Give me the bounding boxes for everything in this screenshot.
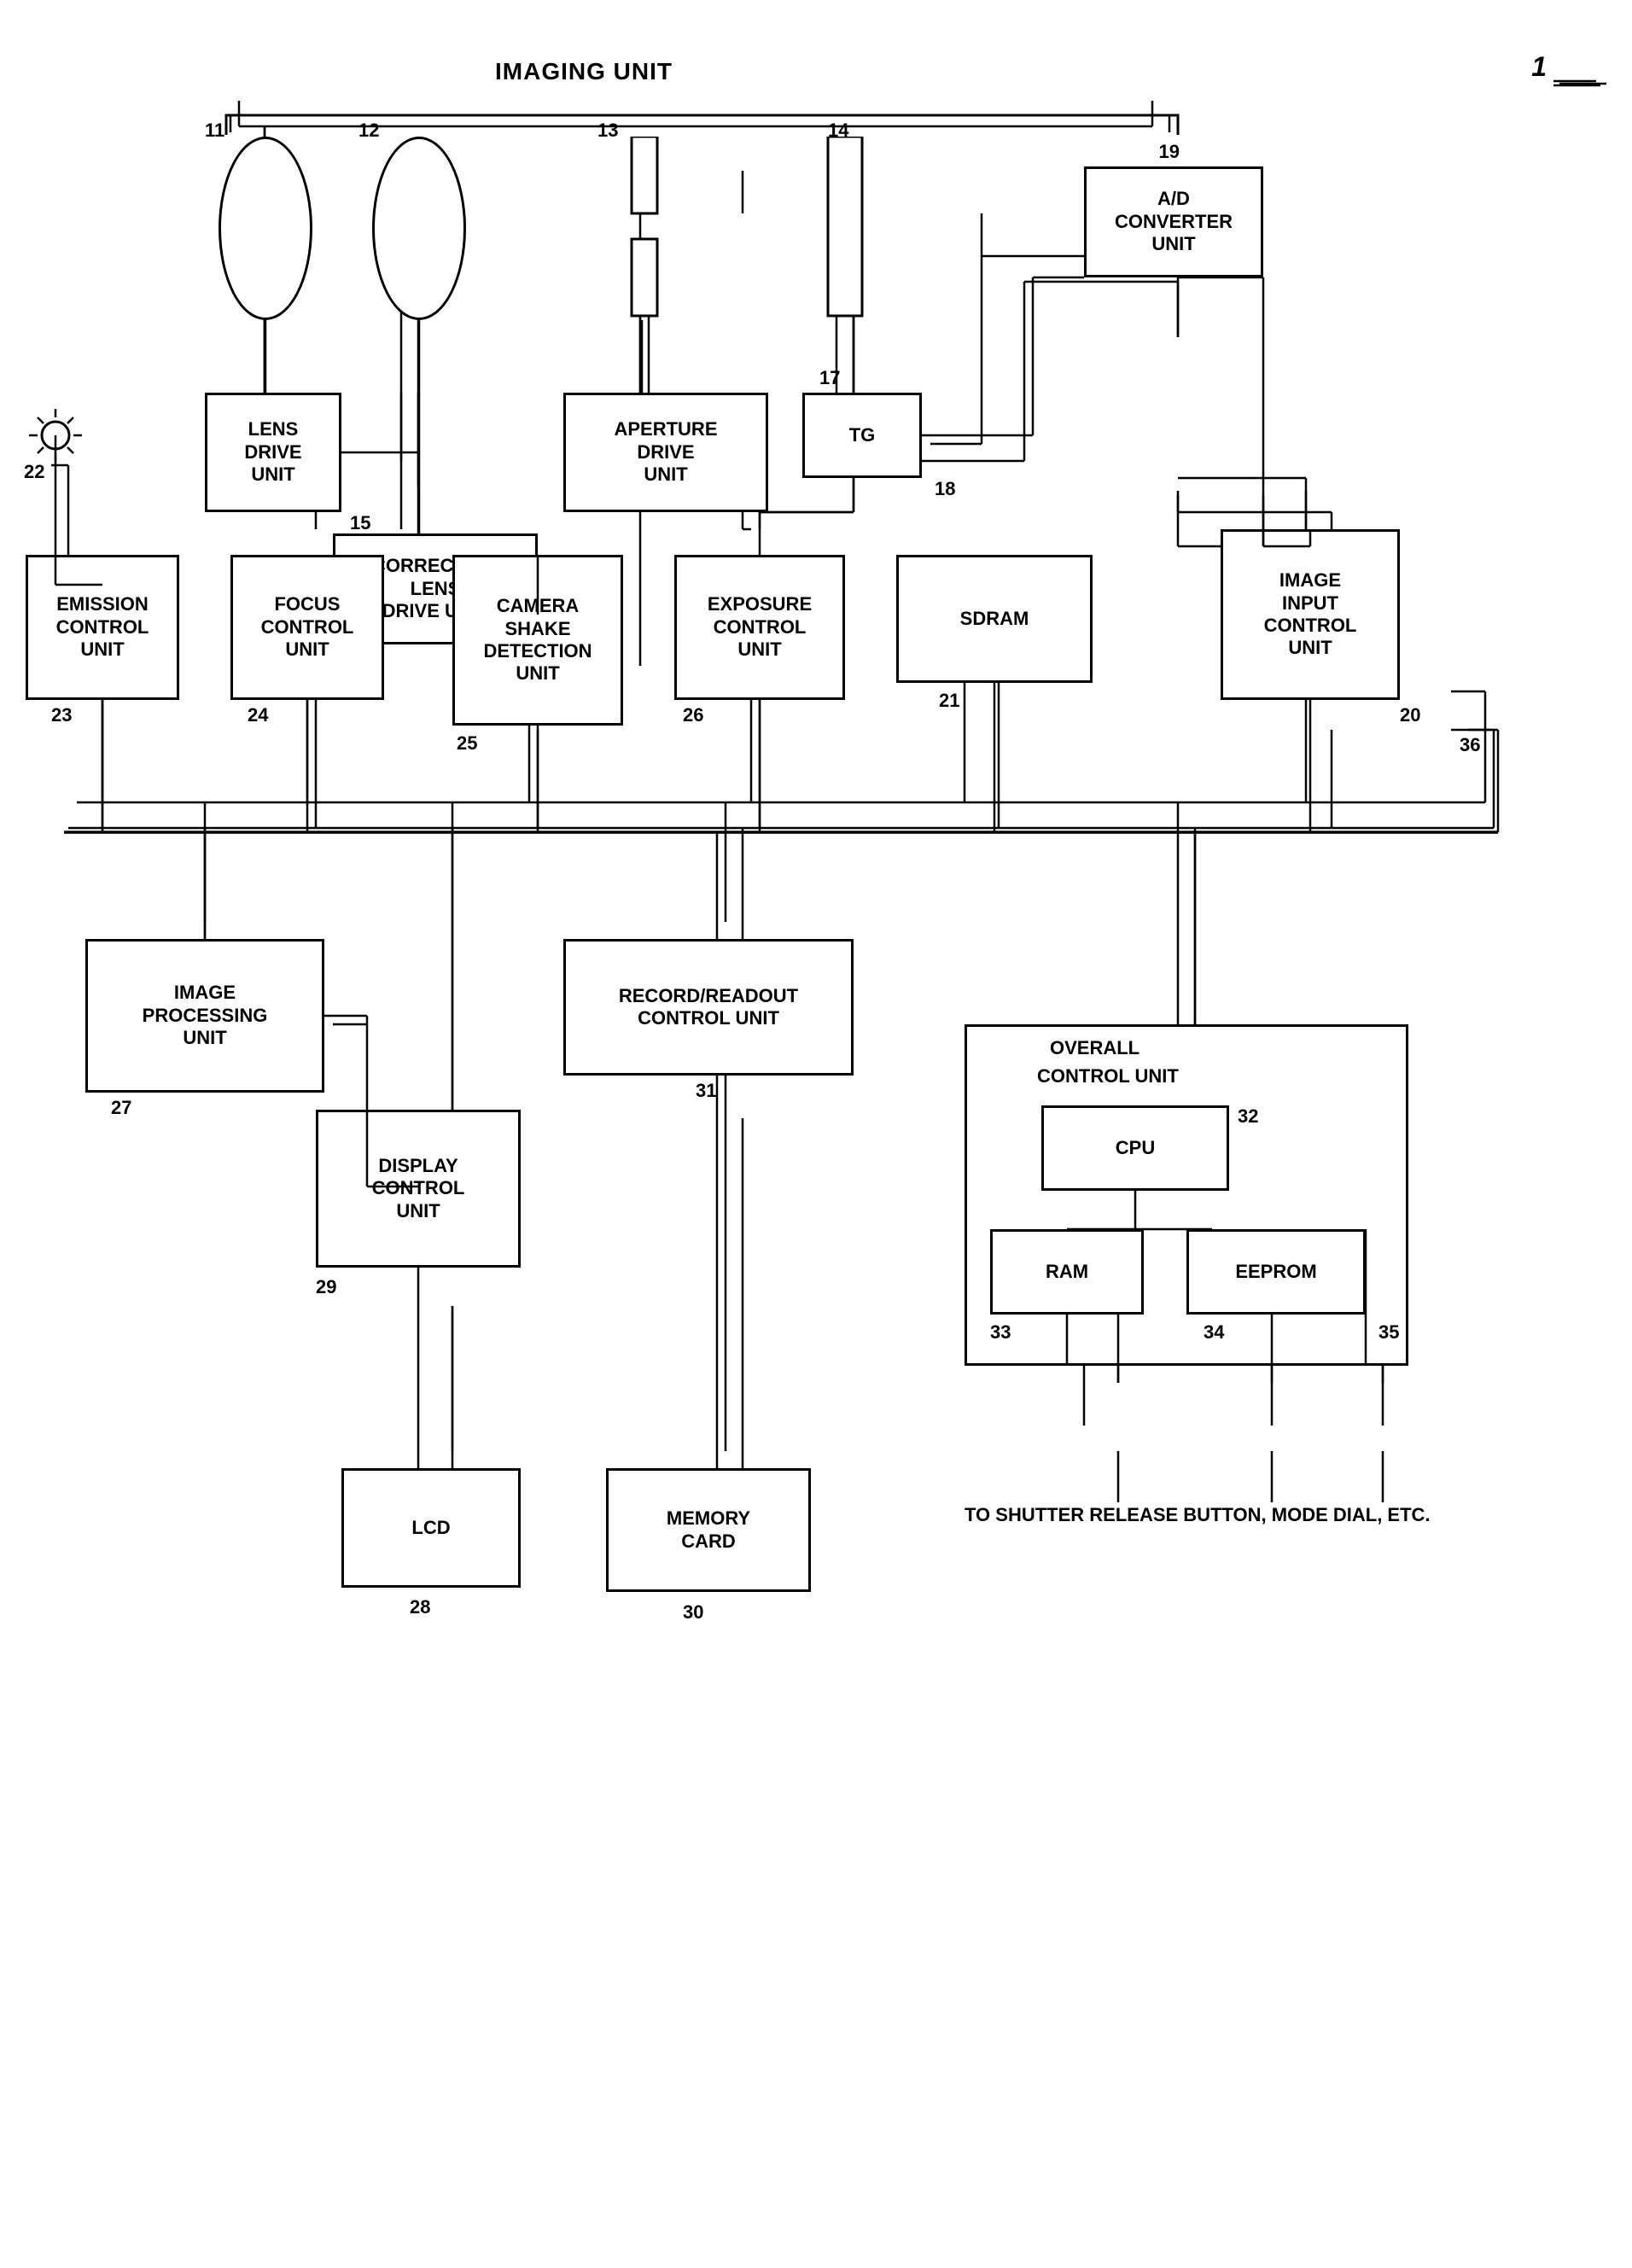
number-14: 14 — [828, 120, 848, 142]
number-31: 31 — [696, 1080, 716, 1102]
number-25: 25 — [457, 732, 477, 755]
lcd-unit: LCD — [341, 1468, 521, 1588]
number-20: 20 — [1400, 704, 1420, 726]
number-36: 36 — [1460, 734, 1480, 756]
image-processing-unit: IMAGE PROCESSING UNIT — [85, 939, 324, 1093]
display-control-unit: DISPLAY CONTROL UNIT — [316, 1110, 521, 1268]
memory-card-unit: MEMORY CARD — [606, 1468, 811, 1592]
imaging-unit-label: IMAGING UNIT — [495, 58, 673, 85]
number-24: 24 — [248, 704, 268, 726]
sensor-14 — [824, 137, 871, 329]
overall-control-label: OVERALL — [1050, 1037, 1139, 1059]
number-26: 26 — [683, 704, 703, 726]
number-15: 15 — [350, 512, 370, 534]
lens-12 — [372, 137, 466, 320]
lens-11 — [219, 137, 312, 320]
number-11: 11 — [205, 120, 224, 142]
number-19: 19 — [1159, 141, 1180, 163]
cpu-box: CPU — [1041, 1105, 1229, 1191]
emission-control-unit: EMISSION CONTROL UNIT — [26, 555, 179, 700]
image-input-control-unit: IMAGE INPUT CONTROL UNIT — [1221, 529, 1400, 700]
number-35: 35 — [1378, 1321, 1399, 1344]
record-readout-control-unit: RECORD/READOUT CONTROL UNIT — [563, 939, 854, 1076]
number-22: 22 — [24, 461, 44, 483]
lens-drive-unit: LENS DRIVE UNIT — [205, 393, 341, 512]
number-28: 28 — [410, 1596, 430, 1618]
exposure-control-unit: EXPOSURE CONTROL UNIT — [674, 555, 845, 700]
number-34: 34 — [1204, 1321, 1224, 1344]
tg-box: TG — [802, 393, 922, 478]
shutter-13 — [615, 137, 674, 329]
eeprom-box: EEPROM — [1186, 1229, 1366, 1315]
diagram-number: 1 — [1531, 51, 1547, 83]
overall-control-label2: CONTROL UNIT — [1037, 1065, 1179, 1087]
sun-icon — [26, 405, 85, 469]
shutter-release-text: TO SHUTTER RELEASE BUTTON, MODE DIAL, ET… — [965, 1502, 1431, 1529]
number-17: 17 — [819, 367, 840, 389]
ad-converter-unit: A/D CONVERTER UNIT — [1084, 166, 1263, 277]
number-18: 18 — [935, 478, 955, 500]
number-13: 13 — [597, 120, 618, 142]
overall-control-unit — [965, 1024, 1408, 1366]
number-30: 30 — [683, 1601, 703, 1624]
number-27: 27 — [111, 1097, 131, 1119]
number-23: 23 — [51, 704, 72, 726]
number-29: 29 — [316, 1276, 336, 1298]
number-21: 21 — [939, 690, 959, 712]
camera-shake-detection-unit: CAMERA SHAKE DETECTION UNIT — [452, 555, 623, 726]
number-32: 32 — [1238, 1105, 1258, 1128]
number-33: 33 — [990, 1321, 1011, 1344]
aperture-drive-unit: APERTURE DRIVE UNIT — [563, 393, 768, 512]
ram-box: RAM — [990, 1229, 1144, 1315]
focus-control-unit: FOCUS CONTROL UNIT — [230, 555, 384, 700]
sdram-unit: SDRAM — [896, 555, 1093, 683]
number-12: 12 — [358, 120, 379, 142]
